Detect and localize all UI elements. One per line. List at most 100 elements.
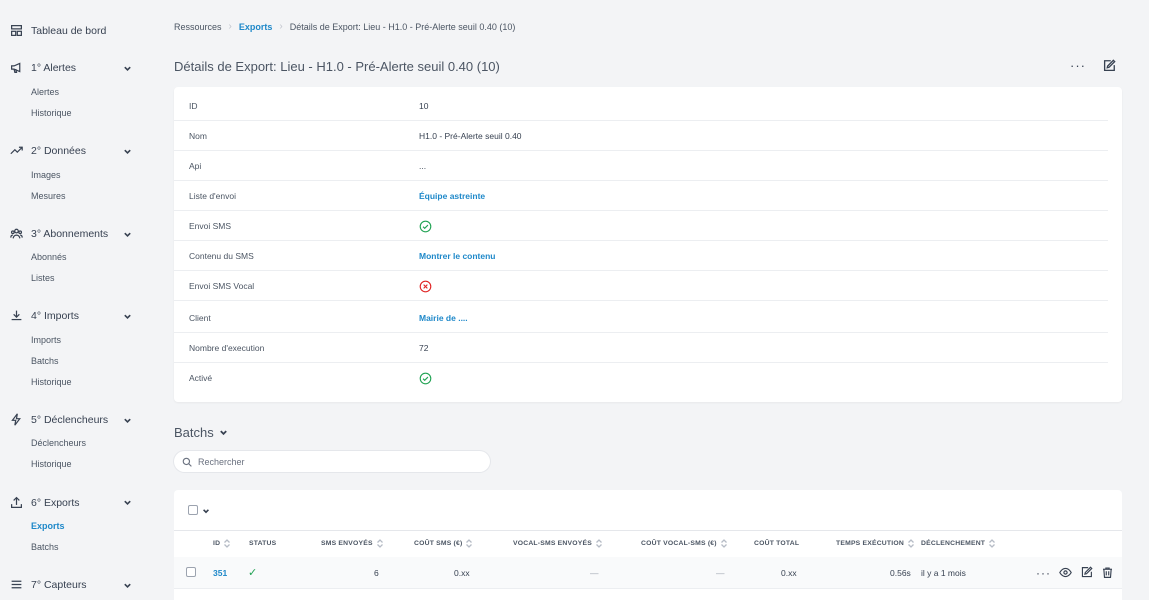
nav-section-capteurs[interactable]: 7° Capteurs [10,578,87,591]
nav-item-imports[interactable]: Imports [31,335,61,345]
breadcrumb-separator-icon: › [228,21,232,32]
nav-item-images[interactable]: Images [31,170,61,180]
nav-item-batchs[interactable]: Batchs [31,356,59,366]
chevron-down-icon[interactable] [123,230,132,239]
breadcrumb-current: Détails de Export: Lieu - H1.0 - Pré-Ale… [289,21,516,32]
trash-icon[interactable] [1101,566,1114,579]
nav-item-declencheurs[interactable]: Déclencheurs [31,438,86,448]
edit-icon[interactable] [1080,566,1093,579]
nav-section-label: 5° Déclencheurs [31,413,109,426]
nav-section-imports[interactable]: 4° Imports [10,309,79,322]
column-header-vocal-sent[interactable]: VOCAL-SMS ENVOYÉS [513,531,602,556]
detail-row-envoi-sms: Envoi SMS [174,211,1108,241]
batch-id-link[interactable]: 351 [213,557,227,589]
detail-label: Envoi SMS [189,221,232,231]
exec-time-cell: 0.56s [890,568,911,578]
row-checkbox[interactable] [186,567,196,577]
nav-item-historique[interactable]: Historique [31,108,72,118]
row-actions: ··· [1036,566,1114,579]
detail-row-contenu-sms: Contenu du SMS Montrer le contenu [174,241,1108,271]
nav-item-historique[interactable]: Historique [31,377,72,387]
column-label: TEMPS EXÉCUTION [836,540,904,547]
nav-section-exports[interactable]: 6° Exports [10,496,80,509]
column-header-sms-cost[interactable]: COÛT SMS (€) [414,531,473,556]
nav-section-label: 7° Capteurs [31,578,87,591]
detail-row-nombre-execution: Nombre d'execution 72 [174,333,1108,363]
nav-item-alertes[interactable]: Alertes [31,87,59,97]
row-more-button[interactable]: ··· [1036,567,1051,579]
column-header-vocal-cost[interactable]: COÛT VOCAL-SMS (€) [641,531,727,556]
breadcrumb-exports[interactable]: Exports [239,22,273,32]
nav-item-listes[interactable]: Listes [31,273,55,283]
lightning-icon [11,413,21,426]
nav-item-abonnes[interactable]: Abonnés [31,252,67,262]
edit-icon[interactable] [1102,59,1116,73]
chevron-down-icon[interactable] [123,581,132,590]
list-icon [11,580,22,589]
select-all-checkbox[interactable] [188,505,198,515]
breadcrumb-separator-icon: › [279,21,283,32]
breadcrumb: Ressources › Exports › Détails de Export… [174,21,515,32]
detail-row-nom: Nom H1.0 - Pré-Alerte seuil 0.40 [174,121,1108,151]
nav-section-donnees[interactable]: 2° Données [10,144,86,157]
check-circle-icon [419,372,432,385]
nav-item-exports-active[interactable]: Exports [31,521,65,531]
detail-row-id: ID 10 [174,91,1108,121]
detail-value: 10 [419,101,429,111]
nav-dashboard-label: Tableau de bord [31,24,107,37]
nav-item-batchs[interactable]: Batchs [31,542,59,552]
chevron-down-icon[interactable] [123,64,132,73]
detail-row-client: Client Mairie de .... [174,303,1108,333]
x-circle-icon [419,280,432,293]
detail-label: Nom [189,131,207,141]
chevron-down-icon[interactable] [123,416,132,425]
upload-icon [11,496,22,508]
column-header-total-cost: COÛT TOTAL [754,531,799,556]
nav-section-alertes[interactable]: 1° Alertes [10,61,76,74]
detail-label: Contenu du SMS [189,251,254,261]
detail-row-api: Api ... [174,151,1108,181]
chevron-down-icon[interactable] [202,507,210,515]
column-header-sms-sent[interactable]: SMS ENVOYÉS [321,531,383,556]
chevron-down-icon[interactable] [123,498,132,507]
nav-section-declencheurs[interactable]: 5° Déclencheurs [10,413,108,426]
nav-item-mesures[interactable]: Mesures [31,191,66,201]
batches-section-toggle[interactable]: Batchs [174,425,228,440]
search-input[interactable] [198,456,468,467]
nav-section-label: 1° Alertes [31,61,77,74]
column-label: ID [213,540,221,547]
download-icon [11,310,22,321]
show-content-link[interactable]: Montrer le contenu [419,241,496,271]
column-header-trigger[interactable]: DÉCLENCHEMENT [921,531,996,556]
sort-icon [224,539,231,548]
chevron-down-icon[interactable] [123,147,132,156]
column-label: DÉCLENCHEMENT [921,540,986,547]
detail-row-envoi-sms-vocal: Envoi SMS Vocal [174,271,1108,301]
chevron-down-icon[interactable] [123,312,132,321]
client-link[interactable]: Mairie de .... [419,303,468,333]
nav-section-label: 3° Abonnements [31,227,109,240]
column-header-status: STATUS [249,531,276,556]
page-title: Détails de Export: Lieu - H1.0 - Pré-Ale… [174,59,500,74]
detail-label: Api [189,161,202,171]
eye-icon[interactable] [1059,566,1072,579]
column-header-exec-time[interactable]: TEMPS EXÉCUTION [836,531,914,556]
sms-cost-cell: 0.xx [454,568,470,578]
column-header-id[interactable]: ID [213,531,231,556]
column-label: SMS ENVOYÉS [321,540,373,547]
liste-envoi-link[interactable]: Équipe astreinte [419,181,485,211]
column-label: COÛT VOCAL-SMS (€) [641,540,717,547]
detail-label: ID [189,101,198,111]
nav-item-historique[interactable]: Historique [31,459,72,469]
nav-section-abonnements[interactable]: 3° Abonnements [10,227,108,240]
more-actions-button[interactable]: ··· [1070,59,1086,72]
breadcrumb-ressources[interactable]: Ressources [174,22,222,32]
batches-table: ID STATUS SMS ENVOYÉS COÛT SMS (€) VOCAL… [174,490,1122,600]
users-icon [10,228,23,239]
megaphone-icon [11,62,21,73]
nav-dashboard[interactable]: Tableau de bord [10,24,106,37]
batches-search [174,451,490,472]
detail-row-liste-envoi: Liste d'envoi Équipe astreinte [174,181,1108,211]
sms-sent-cell: 6 [374,568,379,578]
table-row: 351 ✓ 6 0.xx — — 0.xx 0.56s il y a 1 moi… [174,557,1122,589]
